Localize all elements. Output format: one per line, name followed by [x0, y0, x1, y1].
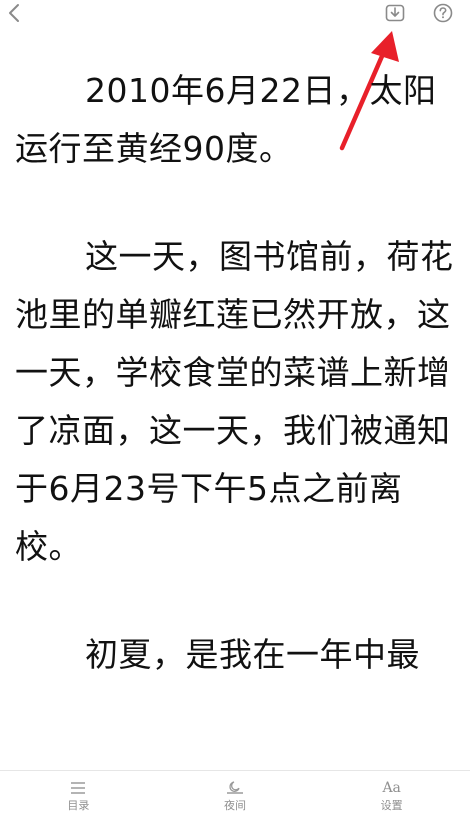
download-icon — [385, 4, 405, 22]
font-settings-glyph: Aa — [382, 780, 401, 796]
help-button[interactable] — [431, 1, 455, 25]
back-button[interactable] — [2, 1, 26, 25]
bottom-nav: 目录 夜间 Aa 设置 — [0, 770, 470, 817]
paragraph: 初夏，是我在一年中最 — [85, 635, 420, 674]
chevron-left-icon — [9, 4, 19, 22]
nav-item-settings[interactable]: Aa 设置 — [313, 771, 470, 817]
reader-screen: 2010年6月22日，太阳运行至黄经90度。 这一天，图书馆前，荷花池里的单瓣红… — [0, 0, 470, 817]
nav-item-night-mode[interactable]: 夜间 — [157, 771, 314, 817]
nav-label-night-mode: 夜间 — [224, 799, 246, 812]
nav-item-contents[interactable]: 目录 — [0, 771, 157, 817]
night-mode-icon — [225, 779, 245, 797]
font-settings-icon: Aa — [382, 779, 400, 797]
question-circle-icon — [433, 3, 453, 23]
download-button[interactable] — [383, 1, 407, 25]
list-icon — [70, 779, 86, 797]
nav-label-settings: 设置 — [380, 799, 403, 812]
chapter-content: 2010年6月22日，太阳运行至黄经90度。 这一天，图书馆前，荷花池里的单瓣红… — [15, 62, 455, 684]
paragraph: 2010年6月22日，太阳运行至黄经90度。 — [15, 71, 437, 168]
nav-label-contents: 目录 — [67, 799, 90, 812]
paragraph: 这一天，图书馆前，荷花池里的单瓣红莲已然开放，这一天，学校食堂的菜谱上新增了凉面… — [15, 237, 454, 566]
